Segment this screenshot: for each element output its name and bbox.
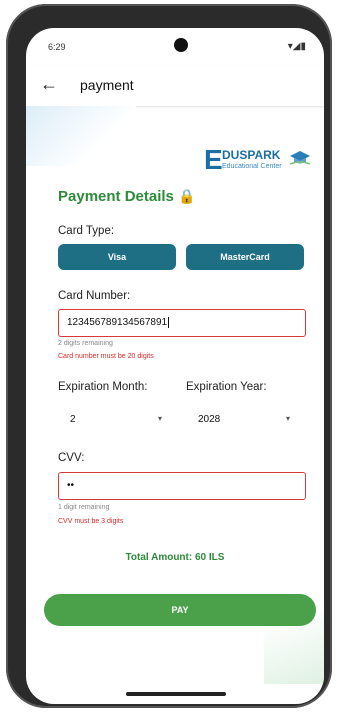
home-indicator[interactable] — [126, 692, 226, 696]
card-number-error: Card number must be 20 digits — [58, 353, 154, 360]
system-icons: ▾◢▮ — [287, 41, 306, 52]
graduation-cap-icon — [289, 151, 311, 165]
card-number-hint: 2 digits remaining — [58, 340, 113, 347]
heading-text: Payment Details — [58, 188, 174, 205]
month-value: 2 — [70, 414, 76, 425]
visa-button[interactable]: Visa — [58, 244, 176, 270]
card-type-label: Card Type: — [58, 225, 115, 237]
app-bar: ← payment — [26, 66, 324, 106]
expiration-year-select[interactable]: 2028 ▾ — [186, 409, 296, 431]
cvv-input[interactable]: •• — [58, 472, 306, 500]
payment-details-heading: Payment Details 🔒 — [58, 188, 196, 205]
cvv-error: CVV must be 3 digits — [58, 518, 124, 525]
cvv-value: •• — [67, 480, 75, 491]
chevron-down-icon: ▾ — [157, 414, 162, 423]
status-time: 6:29 — [48, 42, 66, 52]
card-number-value: 123456789134567891 — [67, 317, 170, 329]
lock-icon: 🔒 — [178, 188, 196, 204]
page-title: payment — [80, 77, 134, 93]
back-arrow-icon[interactable]: ← — [40, 74, 58, 95]
mastercard-button[interactable]: MasterCard — [186, 244, 304, 270]
card-number-label: Card Number: — [58, 290, 131, 302]
phone-frame: 6:29 ▾◢▮ ← payment E DUSPARK Educational… — [6, 4, 332, 708]
cvv-label: CVV: — [58, 452, 85, 464]
logo-letter: E — [204, 144, 223, 175]
background-decoration-top — [26, 106, 136, 166]
logo-subtitle: Educational Center — [222, 163, 282, 170]
chevron-down-icon: ▾ — [285, 414, 290, 423]
card-number-input[interactable]: 123456789134567891 — [58, 309, 306, 337]
camera-cutout — [174, 38, 188, 52]
expiration-month-label: Expiration Month: — [58, 381, 148, 393]
total-amount: Total Amount: 60 ILS — [125, 552, 225, 563]
expiration-month-select[interactable]: 2 ▾ — [58, 409, 168, 431]
pay-button[interactable]: PAY — [44, 594, 316, 626]
cvv-hint: 1 digit remaining — [58, 504, 110, 511]
expiration-year-label: Expiration Year: — [186, 381, 267, 393]
logo-brand: DUSPARK — [222, 148, 281, 162]
app-screen: 6:29 ▾◢▮ ← payment E DUSPARK Educational… — [26, 28, 324, 704]
status-bar: 6:29 ▾◢▮ — [26, 28, 324, 66]
eduspark-logo: E DUSPARK Educational Center — [204, 146, 314, 174]
year-value: 2028 — [198, 414, 221, 425]
